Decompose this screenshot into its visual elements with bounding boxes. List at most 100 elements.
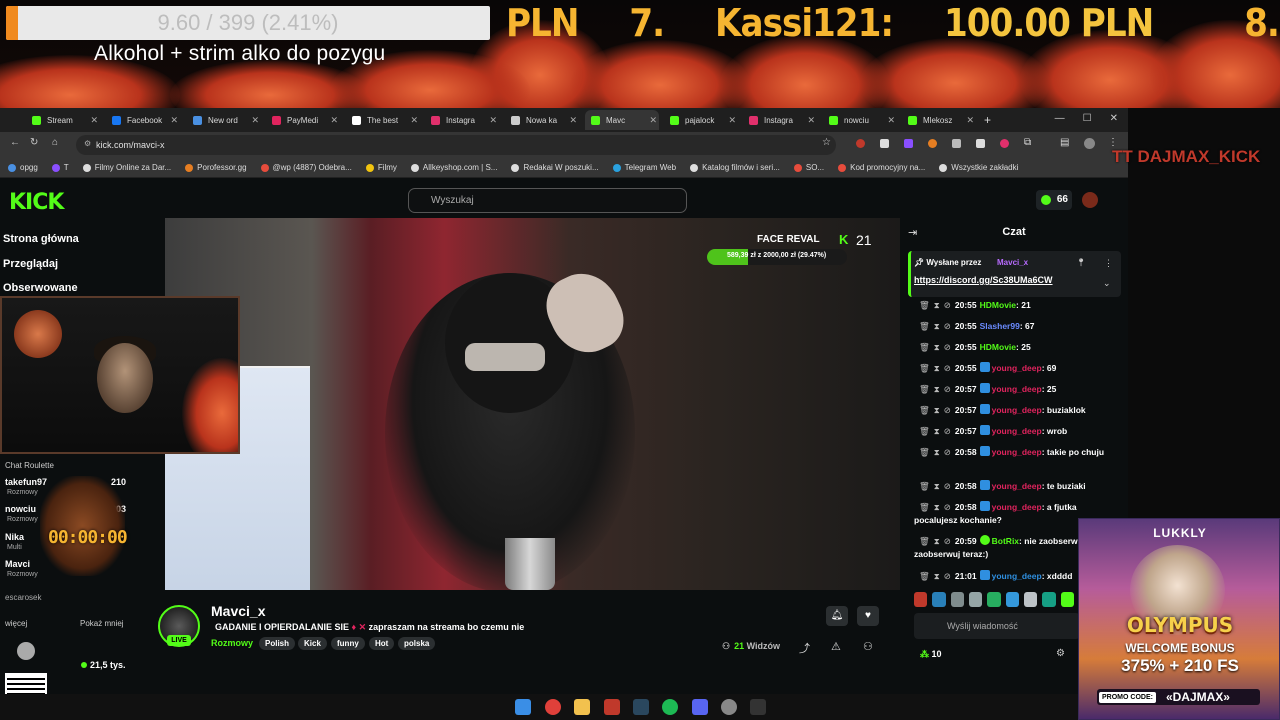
site-info-icon[interactable]: ⚙ — [84, 139, 91, 148]
steam-icon[interactable] — [633, 699, 649, 715]
browser-tab[interactable]: Mavc ✕ — [585, 110, 659, 130]
share-icon[interactable]: ⤴ — [799, 640, 810, 656]
profile-avatar[interactable] — [1084, 138, 1095, 149]
extension-icon[interactable] — [1000, 139, 1009, 148]
stream-category[interactable]: Rozmowy — [211, 638, 253, 648]
chat-username[interactable]: young_deep — [992, 502, 1042, 512]
browser-tab[interactable]: The best ✕ — [346, 110, 420, 130]
ban-icon[interactable]: ⊘ — [944, 405, 951, 415]
close-icon[interactable]: ✕ — [1110, 108, 1118, 130]
chat-message[interactable]: 🗑︎ ⧗ ⊘ 20:55 Slasher99: 67 — [914, 320, 1114, 333]
report-icon[interactable]: ⚠ — [831, 640, 841, 653]
follow-heart-button[interactable]: ♥ — [857, 606, 879, 626]
nav-home[interactable]: Strona główna — [3, 233, 79, 245]
tag-chip[interactable]: funny — [331, 637, 365, 650]
tab-close-icon[interactable]: ✕ — [170, 115, 178, 126]
start-menu-icon[interactable] — [515, 699, 531, 715]
file-explorer-icon[interactable] — [574, 699, 590, 715]
tab-close-icon[interactable]: ✕ — [966, 115, 974, 126]
app-icon[interactable] — [750, 699, 766, 715]
emote-icon[interactable] — [987, 592, 1001, 607]
bookmark-item[interactable]: @wp (4887) Odebra... — [260, 163, 352, 172]
tag-chip[interactable]: Kick — [298, 637, 327, 650]
bookmark-item[interactable]: Wszystkie zakładki — [939, 163, 1018, 172]
extension-icon[interactable] — [880, 139, 889, 148]
chat-message[interactable]: 🗑︎ ⧗ ⊘ 20:57 young_deep: 25 — [914, 383, 1114, 396]
browser-tab[interactable]: Mlekosz ✕ — [902, 110, 976, 130]
tab-close-icon[interactable]: ✕ — [569, 115, 577, 126]
bookmark-item[interactable]: Porofessor.gg — [185, 163, 247, 172]
extension-icon[interactable] — [952, 139, 961, 148]
chat-username[interactable]: young_deep — [992, 405, 1042, 415]
minimize-icon[interactable]: — — [1055, 108, 1065, 130]
chat-message[interactable]: 🗑︎ ⧗ ⊘ 20:57 young_deep: buziaklok — [914, 404, 1114, 417]
chrome-icon[interactable] — [545, 699, 561, 715]
bookmark-item[interactable]: Telegram Web — [612, 163, 676, 172]
sidebar-show-less[interactable]: Pokaż mniej — [80, 619, 124, 628]
emote-icon[interactable] — [914, 592, 928, 607]
timeout-icon[interactable]: ⧗ — [934, 447, 940, 457]
ban-icon[interactable]: ⊘ — [944, 502, 951, 512]
bookmark-item[interactable]: SO... — [793, 163, 824, 172]
spotify-icon[interactable] — [662, 699, 678, 715]
ban-icon[interactable]: ⊘ — [944, 342, 951, 352]
delete-icon[interactable]: 🗑︎ — [919, 321, 930, 331]
notification-bell-button[interactable]: 🔔︎ — [826, 606, 848, 626]
bookmark-item[interactable]: Redakai W poszuki... — [511, 163, 599, 172]
tab-close-icon[interactable]: ✕ — [728, 115, 736, 126]
browser-tab[interactable]: pajalock ✕ — [664, 110, 738, 130]
chat-username[interactable]: Slasher99 — [980, 321, 1020, 331]
extension-icon[interactable] — [928, 139, 937, 148]
emote-icon[interactable] — [1023, 592, 1038, 607]
emote-icon[interactable] — [968, 592, 983, 607]
timeout-icon[interactable]: ⧗ — [934, 321, 940, 331]
emote-icon[interactable] — [1042, 592, 1056, 607]
chat-message[interactable]: 🗑︎ ⧗ ⊘ 20:57 young_deep: wrob — [914, 425, 1114, 438]
emote-icon[interactable] — [950, 592, 964, 607]
bookmark-item[interactable]: opgg — [8, 163, 38, 172]
emote-icon[interactable] — [1060, 592, 1074, 607]
timeout-icon[interactable]: ⧗ — [934, 536, 940, 546]
delete-icon[interactable]: 🗑︎ — [919, 363, 930, 373]
tab-close-icon[interactable]: ✕ — [410, 115, 418, 126]
chat-message[interactable]: 🗑︎ ⧗ ⊘ 20:58 young_deep: takie po chuju — [914, 446, 1114, 459]
emote-icon[interactable] — [1005, 592, 1019, 607]
browser-tab[interactable]: PayMedi ✕ — [266, 110, 340, 130]
timeout-icon[interactable]: ⧗ — [934, 502, 940, 512]
bookmark-star-icon[interactable]: ☆ — [822, 137, 831, 148]
chat-collapse-icon[interactable]: ⇥ — [908, 226, 917, 239]
more-options-icon[interactable]: ⋮ — [1104, 258, 1113, 269]
maximize-icon[interactable]: ☐ — [1083, 108, 1092, 130]
chat-username[interactable]: young_deep — [992, 571, 1042, 581]
tab-close-icon[interactable]: ✕ — [489, 115, 497, 126]
delete-icon[interactable]: 🗑︎ — [919, 571, 930, 581]
ban-icon[interactable]: ⊘ — [944, 426, 951, 436]
roulette-row-name[interactable]: nowciu — [5, 504, 36, 514]
browser-tab[interactable]: Stream ✕ — [26, 110, 100, 130]
url-field[interactable]: kick.com/mavci-x — [76, 135, 836, 155]
roulette-row-name[interactable]: Nika — [5, 532, 24, 542]
browser-tab[interactable]: Facebook ✕ — [106, 110, 180, 130]
nav-following[interactable]: Obserwowane — [3, 282, 78, 294]
delete-icon[interactable]: 🗑︎ — [919, 342, 930, 352]
chat-username[interactable]: young_deep — [992, 384, 1042, 394]
channel-name[interactable]: Mavci_x — [211, 603, 265, 619]
discord-icon[interactable] — [692, 699, 708, 715]
pinned-user[interactable]: Mavci_x — [997, 258, 1028, 267]
chat-message[interactable]: 🗑︎ ⧗ ⊘ 20:55 HDMovie: 21 — [914, 299, 1114, 312]
chat-username[interactable]: BotRix — [992, 536, 1019, 546]
extensions-puzzle-icon[interactable]: ⧉ — [1024, 137, 1031, 148]
new-tab-button[interactable]: + — [984, 110, 991, 130]
tab-close-icon[interactable]: ✕ — [887, 115, 895, 126]
ban-icon[interactable]: ⊘ — [944, 300, 951, 310]
delete-icon[interactable]: 🗑︎ — [919, 426, 930, 436]
delete-icon[interactable]: 🗑︎ — [919, 300, 930, 310]
reload-icon[interactable]: ↻ — [30, 137, 38, 148]
app-icon[interactable] — [604, 699, 620, 715]
delete-icon[interactable]: 🗑︎ — [919, 502, 930, 512]
timeout-icon[interactable]: ⧗ — [934, 300, 940, 310]
sidebar-toggle-icon[interactable]: ▤ — [1060, 137, 1069, 148]
browser-tab[interactable]: nowciu ✕ — [823, 110, 897, 130]
ban-icon[interactable]: ⊘ — [944, 481, 951, 491]
back-icon[interactable]: ← — [10, 137, 20, 148]
